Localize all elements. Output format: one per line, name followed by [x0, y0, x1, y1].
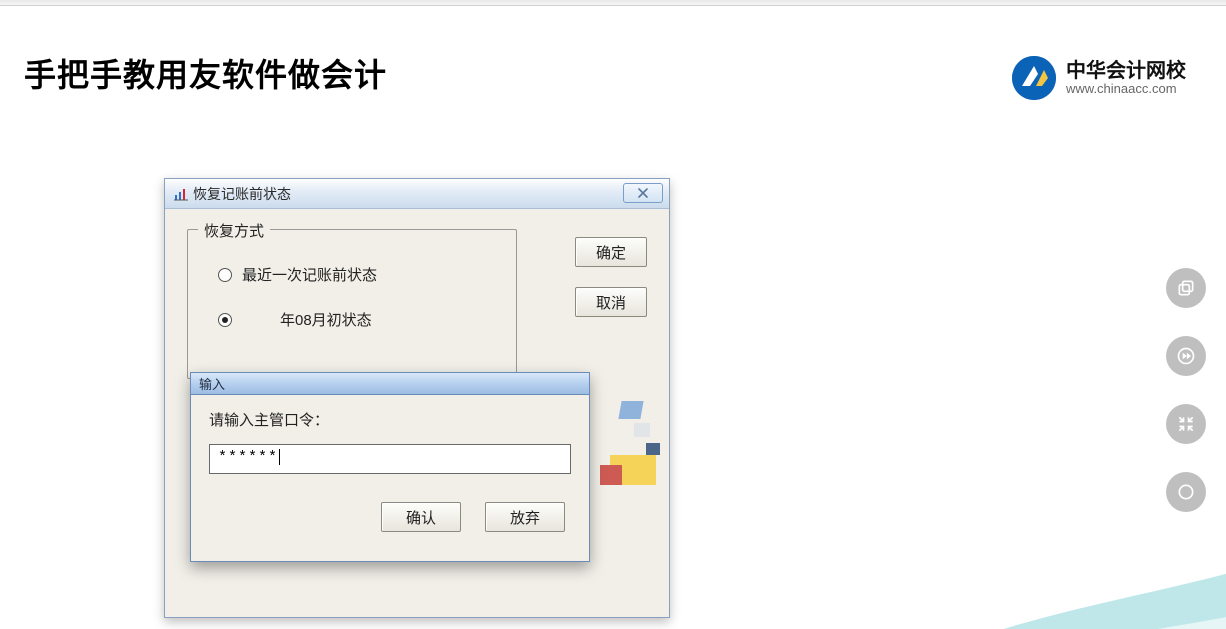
password-dialog-titlebar[interactable]: 输入	[191, 373, 589, 395]
page-title: 手把手教用友软件做会计	[24, 50, 387, 96]
restore-dialog-title: 恢复记账前状态	[193, 184, 291, 204]
radio-icon[interactable]	[218, 313, 232, 327]
confirm-button[interactable]: 确认	[381, 502, 461, 532]
radio-label: 年08月初状态	[280, 309, 372, 330]
password-dialog-title: 输入	[199, 374, 225, 393]
password-input[interactable]: ******	[209, 444, 571, 474]
floating-controls	[1166, 268, 1206, 512]
restore-mode-group: 恢复方式 最近一次记账前状态 年08月初状态	[187, 229, 517, 379]
brand-name: 中华会计网校	[1066, 60, 1186, 82]
password-prompt: 请输入主管口令：	[209, 409, 571, 430]
close-button[interactable]	[623, 183, 663, 203]
restore-mode-group-label: 恢复方式	[198, 220, 270, 241]
password-dialog: 输入 请输入主管口令： ****** 确认 放弃	[190, 372, 590, 562]
radio-icon[interactable]	[218, 268, 232, 282]
radio-label: 最近一次记账前状态	[242, 264, 377, 285]
brand-url: www.chinaacc.com	[1066, 82, 1186, 96]
brand-logo-icon	[1012, 56, 1056, 100]
window-top-edge	[0, 0, 1226, 6]
restore-dialog-titlebar[interactable]: 恢复记账前状态	[165, 179, 669, 209]
radio-option-month[interactable]: 年08月初状态	[218, 309, 516, 330]
cancel-button[interactable]: 取消	[575, 287, 647, 317]
copy-button[interactable]	[1166, 268, 1206, 308]
fast-forward-button[interactable]	[1166, 336, 1206, 376]
app-icon	[173, 186, 189, 202]
collapse-button[interactable]	[1166, 404, 1206, 444]
decorative-swoosh	[786, 489, 1226, 629]
ok-button[interactable]: 确定	[575, 237, 647, 267]
brand-block: 中华会计网校 www.chinaacc.com	[1012, 56, 1186, 100]
password-value: ******	[218, 449, 278, 466]
record-button[interactable]	[1166, 472, 1206, 512]
abandon-button[interactable]: 放弃	[485, 502, 565, 532]
radio-option-recent[interactable]: 最近一次记账前状态	[218, 264, 516, 285]
decorative-art	[600, 395, 680, 505]
